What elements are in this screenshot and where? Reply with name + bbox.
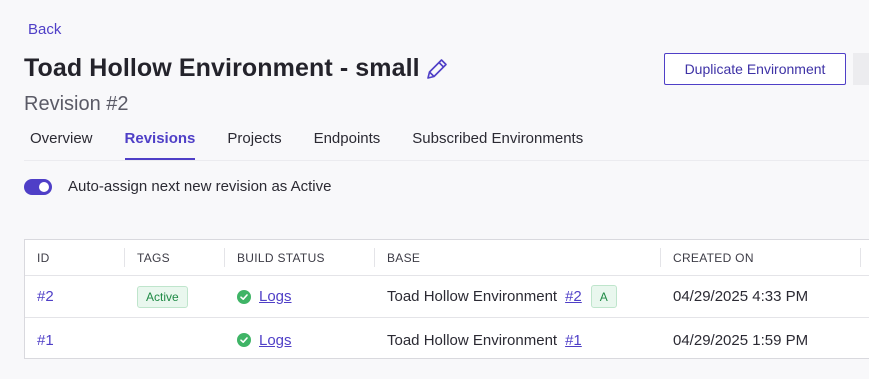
build-status-cell: Logs bbox=[225, 319, 375, 361]
tags-cell: Active bbox=[125, 276, 225, 317]
tab-revisions[interactable]: Revisions bbox=[124, 130, 195, 160]
tags-cell bbox=[125, 319, 225, 361]
auto-assign-label: Auto-assign next new revision as Active bbox=[68, 178, 332, 195]
tab-endpoints[interactable]: Endpoints bbox=[314, 130, 381, 160]
truncated-button[interactable] bbox=[853, 53, 869, 85]
column-header-build-status[interactable]: BUILD STATUS bbox=[225, 240, 375, 275]
tab-overview[interactable]: Overview bbox=[30, 130, 93, 160]
table-row: #2 Active Logs Toad Hollow Environment #… bbox=[25, 276, 869, 318]
build-status-cell: Logs bbox=[225, 276, 375, 317]
tab-bar: Overview Revisions Projects Endpoints Su… bbox=[30, 130, 615, 160]
logs-link[interactable]: Logs bbox=[259, 288, 292, 305]
duplicate-environment-button[interactable]: Duplicate Environment bbox=[664, 53, 846, 85]
tab-divider bbox=[24, 160, 869, 161]
revision-id-link[interactable]: #2 bbox=[37, 288, 54, 305]
base-cell: Toad Hollow Environment #1 bbox=[375, 319, 661, 361]
revision-title: Revision #2 bbox=[24, 93, 129, 115]
logs-link[interactable]: Logs bbox=[259, 332, 292, 349]
tab-projects[interactable]: Projects bbox=[227, 130, 281, 160]
revision-id-link[interactable]: #1 bbox=[37, 332, 54, 349]
id-cell: #2 bbox=[25, 276, 125, 317]
base-revision-link[interactable]: #2 bbox=[565, 288, 582, 305]
check-circle-icon bbox=[237, 333, 251, 347]
column-header-created-on[interactable]: CREATED ON bbox=[661, 240, 861, 275]
base-name: Toad Hollow Environment bbox=[387, 288, 558, 305]
auto-assign-row: Auto-assign next new revision as Active bbox=[24, 178, 331, 195]
page-title: Toad Hollow Environment - small bbox=[24, 54, 420, 82]
toggle-knob bbox=[39, 181, 49, 192]
pencil-icon[interactable] bbox=[424, 56, 450, 82]
table-header: ID TAGS BUILD STATUS BASE CREATED ON bbox=[25, 240, 869, 276]
back-link[interactable]: Back bbox=[28, 21, 61, 38]
tab-subscribed-environments[interactable]: Subscribed Environments bbox=[412, 130, 583, 160]
column-header-tags[interactable]: TAGS bbox=[125, 240, 225, 275]
title-row: Toad Hollow Environment - small bbox=[24, 54, 450, 83]
created-on-cell: 04/29/2025 4:33 PM bbox=[661, 276, 861, 317]
column-header-base[interactable]: BASE bbox=[375, 240, 661, 275]
base-active-badge: A bbox=[590, 285, 617, 308]
base-cell: Toad Hollow Environment #2 A bbox=[375, 276, 661, 317]
created-on-value: 04/29/2025 4:33 PM bbox=[673, 288, 809, 305]
created-on-value: 04/29/2025 1:59 PM bbox=[673, 331, 809, 349]
base-name: Toad Hollow Environment bbox=[387, 331, 558, 349]
auto-assign-toggle[interactable] bbox=[24, 178, 52, 195]
base-revision-link[interactable]: #1 bbox=[565, 332, 582, 349]
id-cell: #1 bbox=[25, 319, 125, 361]
created-on-cell: 04/29/2025 1:59 PM bbox=[661, 319, 861, 361]
active-badge: Active bbox=[137, 285, 188, 308]
check-circle-icon bbox=[237, 289, 251, 304]
revisions-table: ID TAGS BUILD STATUS BASE CREATED ON #2 … bbox=[24, 239, 869, 359]
table-row: #1 Logs Toad Hollow Environment #1 04/29… bbox=[25, 319, 869, 361]
column-header-id[interactable]: ID bbox=[25, 240, 125, 275]
